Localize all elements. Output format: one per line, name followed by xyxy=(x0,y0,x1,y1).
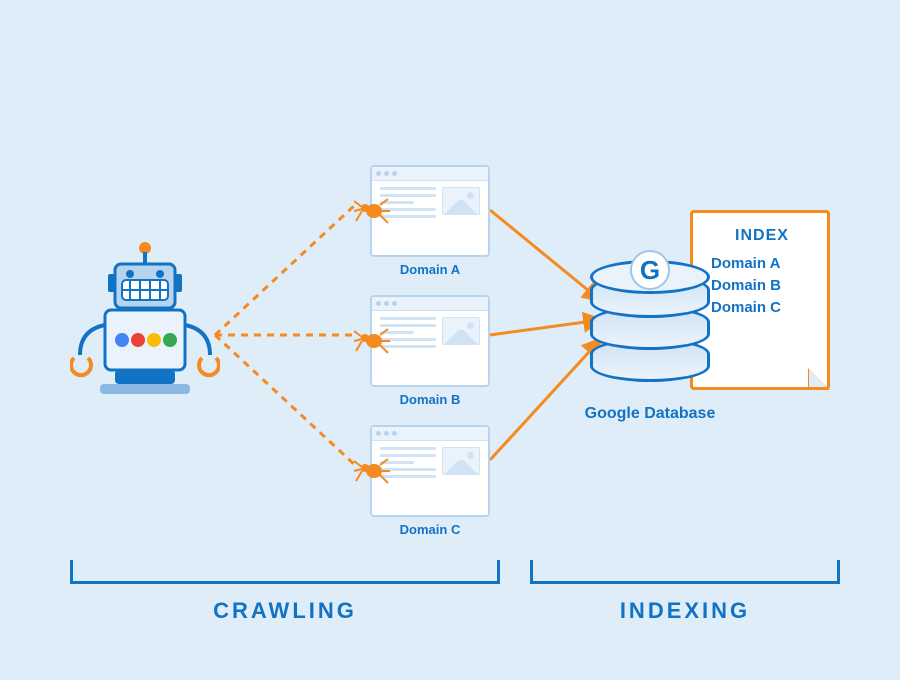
diagram-canvas: Domain A Domain B Domain C xyxy=(0,0,900,680)
database-caption: Google Database xyxy=(560,405,740,423)
database-icon: G xyxy=(590,250,710,390)
indexing-label: INDEXING xyxy=(530,598,840,624)
index-title: INDEX xyxy=(711,227,813,245)
crawling-label: CRAWLING xyxy=(70,598,500,624)
crawling-bracket xyxy=(70,560,500,584)
browser-chrome xyxy=(372,167,488,181)
crawler-robot-icon xyxy=(70,240,220,420)
image-placeholder-icon xyxy=(442,447,480,475)
webpage-card-b: Domain B xyxy=(370,295,490,387)
webpage-card-c: Domain C xyxy=(370,425,490,517)
spider-icon xyxy=(354,195,390,225)
image-placeholder-icon xyxy=(442,317,480,345)
browser-chrome xyxy=(372,427,488,441)
browser-chrome xyxy=(372,297,488,311)
index-entry: Domain B xyxy=(711,277,813,294)
index-entry: Domain A xyxy=(711,255,813,272)
spider-icon xyxy=(354,325,390,355)
domain-label: Domain C xyxy=(372,522,488,537)
webpage-card-a: Domain A xyxy=(370,165,490,257)
spider-icon xyxy=(354,455,390,485)
indexing-bracket xyxy=(530,560,840,584)
image-placeholder-icon xyxy=(442,187,480,215)
google-g-badge: G xyxy=(630,250,670,290)
database-zone: INDEX Domain A Domain B Domain C G Googl… xyxy=(590,230,820,430)
index-document-icon: INDEX Domain A Domain B Domain C xyxy=(690,210,830,390)
index-entry: Domain C xyxy=(711,299,813,316)
domain-label: Domain B xyxy=(372,392,488,407)
domain-label: Domain A xyxy=(372,262,488,277)
